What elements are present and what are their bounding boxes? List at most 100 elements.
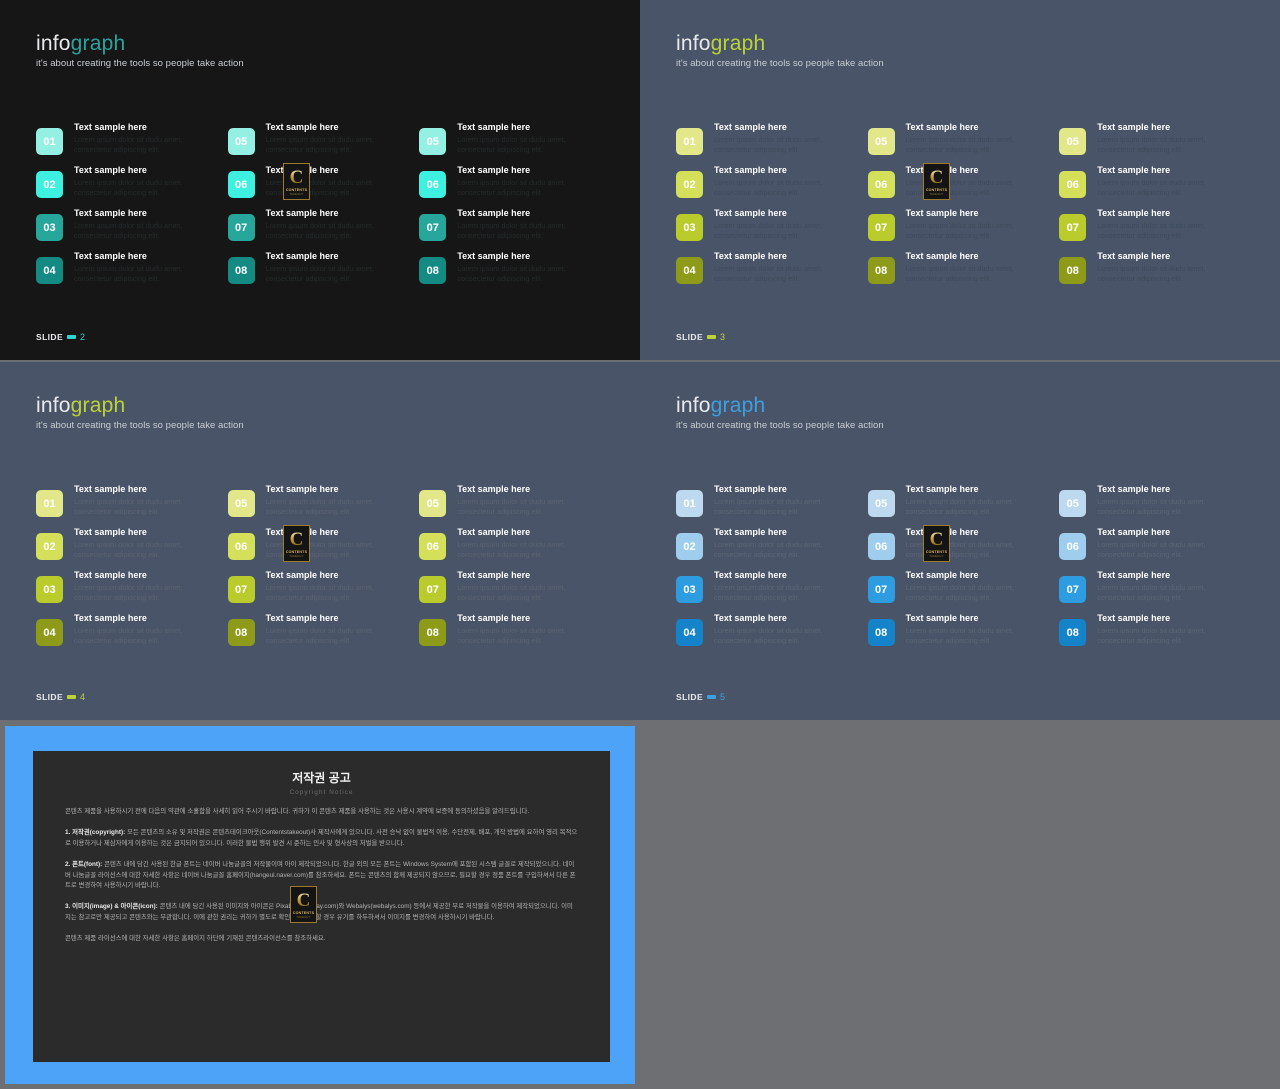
list-item[interactable]: 06Text sample hereLorem ipsum dolor sit … bbox=[1059, 527, 1251, 571]
item-description: Lorem ipsum dolor sit dudu amet, consect… bbox=[905, 263, 1014, 284]
logo-part-graph: graph bbox=[710, 394, 766, 417]
list-item[interactable]: 04 Text sample here Lorem ipsum dolor sit … bbox=[36, 251, 228, 295]
slide-dash-icon bbox=[707, 695, 717, 699]
list-item[interactable]: 08 Text sample here Lorem ipsum dolor sit … bbox=[419, 613, 611, 657]
item-description: Lorem ipsum dolor sit dudu amet, consect… bbox=[1097, 134, 1206, 155]
item-column: 01 Text sample here Lorem ipsum dolor sit … bbox=[36, 484, 228, 657]
list-item[interactable]: 04 Text sample here Lorem ipsum dolor sit … bbox=[36, 613, 228, 657]
list-item[interactable]: 07 Text sample here Lorem ipsum dolor sit … bbox=[227, 570, 420, 614]
list-item[interactable]: 07 Text sample here Lorem ipsum dolor sit … bbox=[867, 208, 1060, 252]
item-description: Lorem ipsum dolor sit dudu amet, consect… bbox=[265, 496, 374, 517]
list-item[interactable]: 07 Text sample here Lorem ipsum dolor sit … bbox=[419, 570, 611, 614]
list-item[interactable]: 05 Text sample here Lorem ipsum dolor sit … bbox=[227, 122, 420, 166]
item-title: Text sample here bbox=[265, 570, 339, 580]
list-item[interactable]: 01 Text sample here Lorem ipsum dolor sit … bbox=[36, 484, 228, 528]
list-item[interactable]: 01 Text sample here Lorem ipsum dolor sit … bbox=[36, 122, 228, 166]
item-number-badge: 07 bbox=[227, 214, 255, 241]
list-item[interactable]: 03 Text sample here Lorem ipsum dolor sit … bbox=[36, 570, 228, 614]
list-item[interactable]: 05 Text sample here Lorem ipsum dolor sit … bbox=[419, 122, 611, 166]
item-number-badge: 05 bbox=[419, 490, 447, 517]
logo: infograph bbox=[676, 33, 884, 54]
list-item[interactable]: 08 Text sample here Lorem ipsum dolor sit … bbox=[419, 251, 611, 295]
item-title: Text sample here bbox=[714, 122, 787, 132]
list-item[interactable]: 08 Text sample here Lorem ipsum dolor sit … bbox=[1059, 613, 1251, 657]
list-item[interactable]: 06Text sample hereLorem ipsum dolor sit … bbox=[1059, 165, 1251, 209]
list-item[interactable]: 05 Text sample here Lorem ipsum dolor sit … bbox=[1059, 122, 1251, 166]
slide-5[interactable]: infograph it's about creating the tools s… bbox=[640, 362, 1280, 720]
item-column: 05 Text sample here Lorem ipsum dolor sit … bbox=[867, 122, 1060, 295]
list-item[interactable]: 06Text sample hereLorem ipsum dolor sit … bbox=[867, 165, 1060, 209]
copyright-subtitle: Copyright Notice bbox=[289, 789, 354, 796]
item-columns: 01 Text sample here Lorem ipsum dolor sit … bbox=[676, 122, 1251, 295]
slide-header: infograph it's about creating the tools s… bbox=[676, 33, 884, 69]
item-number-badge: 04 bbox=[36, 619, 63, 646]
list-item[interactable]: 06Text sample hereLorem ipsum dolor sit … bbox=[227, 527, 420, 571]
tagline: it's about creating the tools so people … bbox=[676, 58, 884, 69]
list-item[interactable]: 05 Text sample here Lorem ipsum dolor sit … bbox=[867, 122, 1060, 166]
list-item[interactable]: 08 Text sample here Lorem ipsum dolor sit … bbox=[867, 613, 1060, 657]
list-item[interactable]: 03 Text sample here Lorem ipsum dolor sit … bbox=[36, 208, 228, 252]
contents-watermark: C CONTENTS TAKEOUT bbox=[923, 163, 950, 200]
item-number-badge: 03 bbox=[676, 214, 703, 241]
list-item[interactable]: 07 Text sample here Lorem ipsum dolor sit … bbox=[867, 570, 1060, 614]
list-item[interactable]: 02 Text sample here Lorem ipsum dolor sit … bbox=[36, 527, 228, 571]
list-item[interactable]: 07 Text sample here Lorem ipsum dolor sit … bbox=[419, 208, 611, 252]
watermark-line2: TAKEOUT bbox=[289, 554, 304, 558]
slide-6[interactable]: 저작권 공고 Copyright Notice 콘텐츠 제품을 사용하시기 전에 다… bbox=[0, 722, 640, 1089]
list-item[interactable]: 05 Text sample here Lorem ipsum dolor sit … bbox=[1059, 484, 1251, 528]
list-item[interactable]: 01 Text sample here Lorem ipsum dolor sit … bbox=[676, 122, 868, 166]
tagline: it's about creating the tools so people … bbox=[676, 420, 884, 431]
item-description: Lorem ipsum dolor sit dudu amet, consect… bbox=[265, 220, 374, 241]
list-item[interactable]: 07 Text sample here Lorem ipsum dolor sit … bbox=[227, 208, 420, 252]
list-item[interactable]: 07 Text sample here Lorem ipsum dolor sit … bbox=[1059, 208, 1251, 252]
slide-2[interactable]: infograph it's about creating the tools s… bbox=[0, 0, 640, 360]
list-item[interactable]: 03 Text sample here Lorem ipsum dolor sit … bbox=[676, 570, 868, 614]
logo-part-graph: graph bbox=[70, 32, 126, 55]
item-description: Lorem ipsum dolor sit dudu amet, consect… bbox=[905, 625, 1014, 646]
watermark-line1: CONTENTS bbox=[285, 187, 308, 192]
list-item[interactable]: 03 Text sample here Lorem ipsum dolor sit … bbox=[676, 208, 868, 252]
item-title: Text sample here bbox=[1097, 251, 1171, 261]
item-description: Lorem ipsum dolor sit dudu amet, consect… bbox=[457, 539, 566, 560]
list-item[interactable]: 08 Text sample here Lorem ipsum dolor sit … bbox=[867, 251, 1060, 295]
list-item[interactable]: 06Text sample hereLorem ipsum dolor sit … bbox=[419, 165, 611, 209]
list-item[interactable]: 05 Text sample here Lorem ipsum dolor sit … bbox=[227, 484, 420, 528]
list-item[interactable]: 08 Text sample here Lorem ipsum dolor sit … bbox=[227, 613, 420, 657]
copyright-frame: 저작권 공고 Copyright Notice 콘텐츠 제품을 사용하시기 전에 다… bbox=[5, 726, 635, 1084]
item-description: Lorem ipsum dolor sit dudu amet, consect… bbox=[74, 582, 183, 603]
item-title: Text sample here bbox=[457, 208, 531, 218]
list-item[interactable]: 06Text sample hereLorem ipsum dolor sit … bbox=[227, 165, 420, 209]
list-item[interactable]: 04 Text sample here Lorem ipsum dolor sit … bbox=[676, 613, 868, 657]
list-item[interactable]: 06Text sample hereLorem ipsum dolor sit … bbox=[867, 527, 1060, 571]
item-title: Text sample here bbox=[265, 251, 339, 261]
list-item[interactable]: 08 Text sample here Lorem ipsum dolor sit … bbox=[227, 251, 420, 295]
logo-part-graph: graph bbox=[710, 32, 766, 55]
list-item[interactable]: 08 Text sample here Lorem ipsum dolor sit … bbox=[1059, 251, 1251, 295]
list-item[interactable]: 04 Text sample here Lorem ipsum dolor sit … bbox=[676, 251, 868, 295]
item-title: Text sample here bbox=[74, 208, 147, 218]
item-title: Text sample here bbox=[1097, 208, 1171, 218]
list-item[interactable]: 07 Text sample here Lorem ipsum dolor sit … bbox=[1059, 570, 1251, 614]
item-title: Text sample here bbox=[74, 527, 147, 537]
contents-watermark: C CONTENTS TAKEOUT bbox=[283, 163, 310, 200]
list-item[interactable]: 05 Text sample here Lorem ipsum dolor sit … bbox=[419, 484, 611, 528]
item-title: Text sample here bbox=[74, 484, 147, 494]
item-number-badge: 06 bbox=[867, 533, 895, 560]
slide-4[interactable]: infograph it's about creating the tools s… bbox=[0, 362, 640, 720]
list-item[interactable]: 02 Text sample here Lorem ipsum dolor sit … bbox=[36, 165, 228, 209]
list-item[interactable]: 01 Text sample here Lorem ipsum dolor sit … bbox=[676, 484, 868, 528]
item-number-badge: 05 bbox=[227, 490, 255, 517]
item-title: Text sample here bbox=[1097, 570, 1171, 580]
watermark-line2: TAKEOUT bbox=[929, 554, 944, 558]
item-description: Lorem ipsum dolor sit dudu amet, consect… bbox=[1097, 625, 1206, 646]
slide-thumbnail-grid: infograph it's about creating the tools s… bbox=[0, 0, 1280, 1089]
list-item[interactable]: 06Text sample hereLorem ipsum dolor sit … bbox=[419, 527, 611, 571]
slide-3[interactable]: infograph it's about creating the tools s… bbox=[640, 0, 1280, 360]
list-item[interactable]: 02 Text sample here Lorem ipsum dolor sit … bbox=[676, 527, 868, 571]
item-column: 05 Text sample here Lorem ipsum dolor sit … bbox=[419, 122, 611, 295]
item-title: Text sample here bbox=[714, 484, 787, 494]
list-item[interactable]: 05 Text sample here Lorem ipsum dolor sit … bbox=[867, 484, 1060, 528]
list-item[interactable]: 02 Text sample here Lorem ipsum dolor sit … bbox=[676, 165, 868, 209]
item-number-badge: 08 bbox=[419, 619, 447, 646]
slide-footer: SLIDE 3 bbox=[676, 332, 725, 342]
